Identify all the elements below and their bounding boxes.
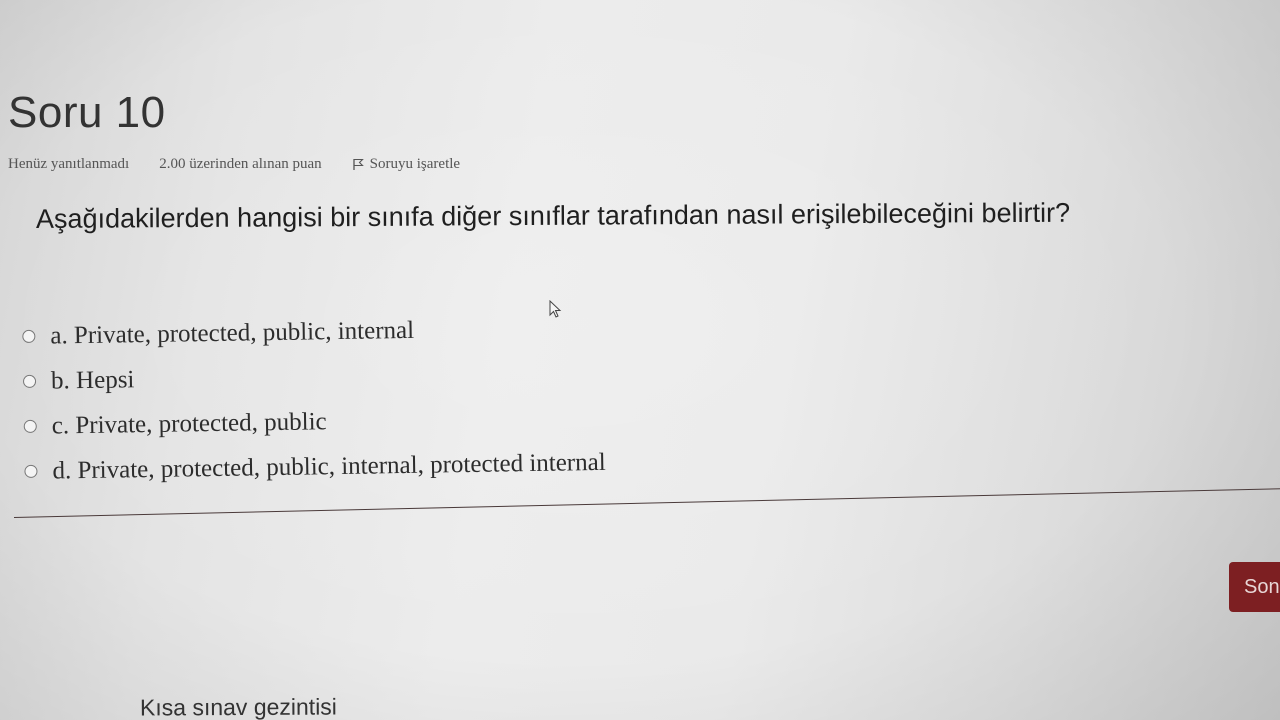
radio-button-b[interactable] <box>22 374 37 388</box>
mouse-pointer-icon <box>549 300 563 320</box>
radio-button-a[interactable] <box>22 329 36 343</box>
answer-label-b: b. Hepsi <box>50 365 135 395</box>
question-title: Soru 10 <box>8 88 166 137</box>
question-info: Henüz yanıtlanmadı 2.00 üzerinden alınan… <box>8 156 460 173</box>
radio-button-c[interactable] <box>23 419 37 433</box>
answer-option-d[interactable]: d. Private, protected, public, internal,… <box>24 440 606 494</box>
radio-button-d[interactable] <box>24 464 38 478</box>
question-text: Aşağıdakilerden hangisi bir sınıfa diğer… <box>35 197 1071 234</box>
section-divider <box>13 487 1280 518</box>
question-grade: 2.00 üzerinden alınan puan <box>159 156 322 172</box>
answer-label-c: c. Private, protected, public <box>51 407 327 440</box>
flag-icon <box>352 158 364 171</box>
flag-question-link[interactable]: Soruyu işaretle <box>352 156 460 173</box>
answer-options: a. Private, protected, public, internal … <box>22 305 606 494</box>
next-page-button[interactable]: Son <box>1229 562 1280 612</box>
flag-question-label: Soruyu işaretle <box>369 156 461 172</box>
answer-label-a: a. Private, protected, public, internal <box>50 316 415 350</box>
quiz-navigation-heading: Kısa sınav gezintisi <box>139 693 337 720</box>
answer-label-d: d. Private, protected, public, internal,… <box>52 448 606 485</box>
question-state: Henüz yanıtlanmadı <box>8 156 130 172</box>
